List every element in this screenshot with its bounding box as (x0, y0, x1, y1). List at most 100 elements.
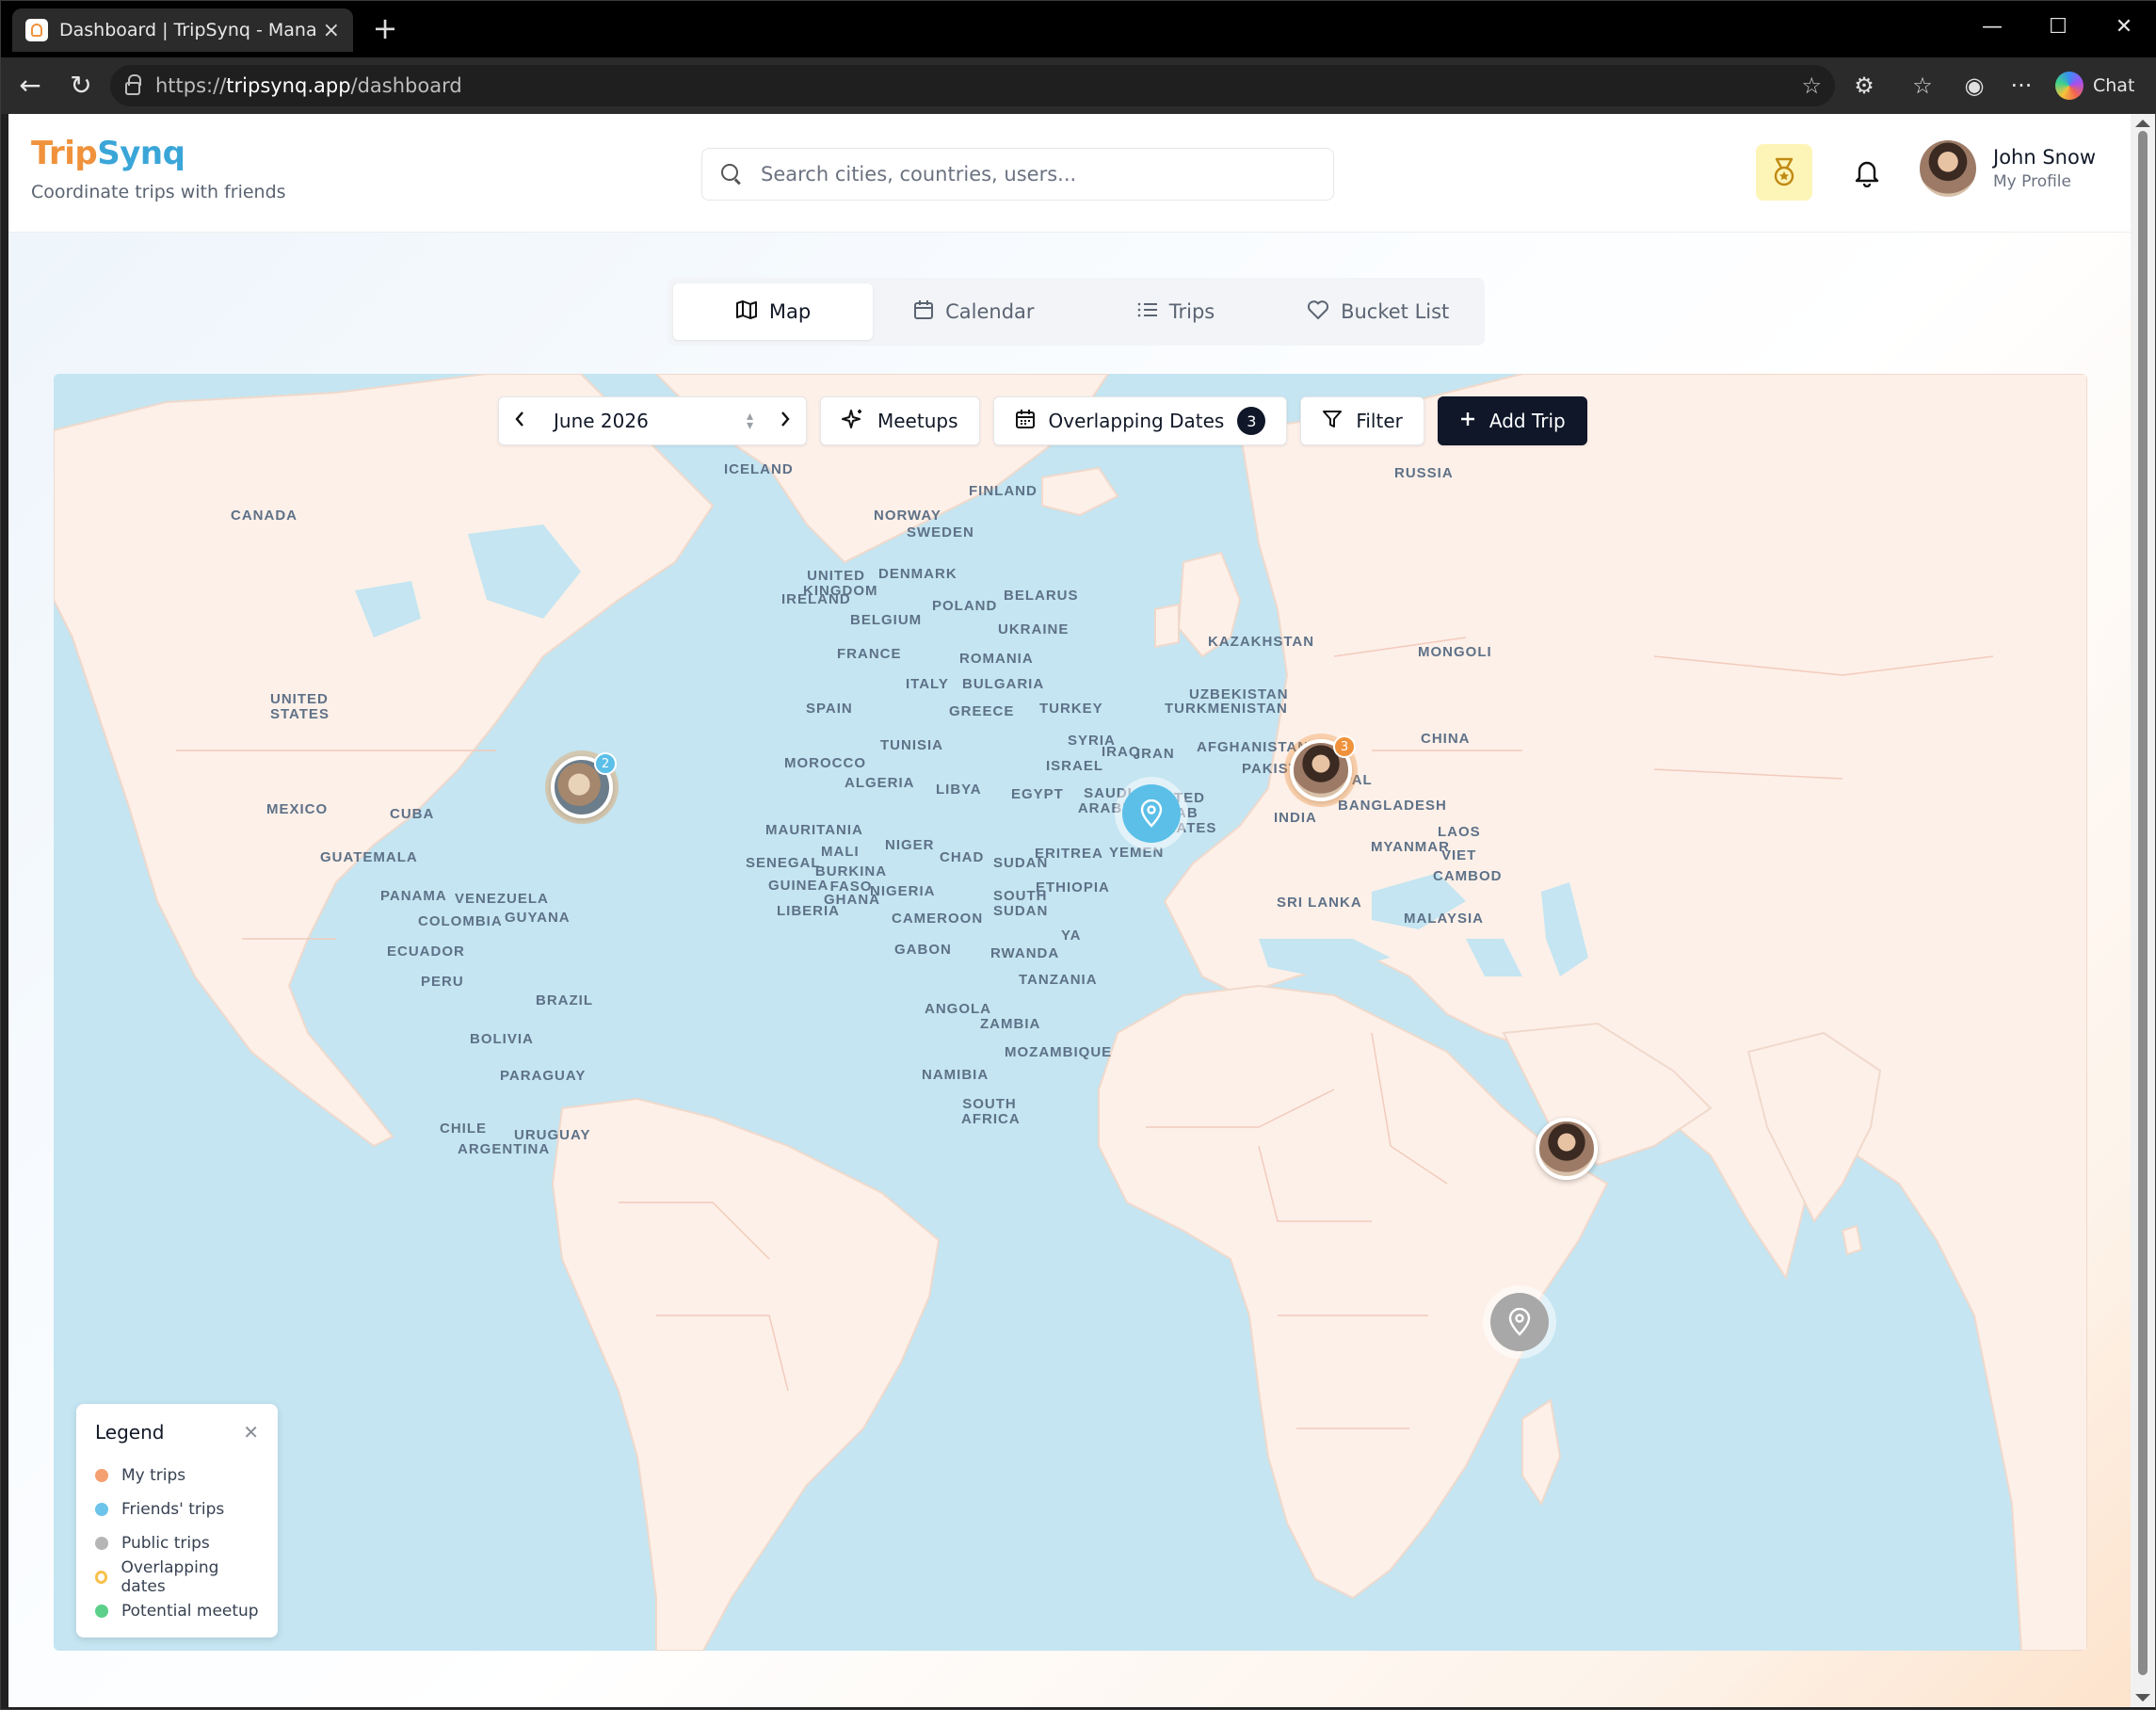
browser-tab[interactable]: Dashboard | TripSynq - Manage Yo × (12, 8, 353, 52)
browser-profile-icon[interactable]: ◉ (1955, 71, 1993, 101)
map-icon (735, 299, 758, 325)
page-scrollbar[interactable] (2131, 114, 2155, 1707)
user-profile[interactable]: John Snow My Profile (1920, 140, 2096, 197)
close-tab-icon[interactable]: × (323, 19, 340, 42)
country-label: MAURITANIA (765, 822, 863, 838)
browser-window: Dashboard | TripSynq - Manage Yo × + — ☐… (0, 0, 2156, 1710)
browser-address-bar: ← ↻ https://tripsynq.app/dashboard ☆ ⚙ ☆… (1, 57, 2156, 114)
trip-count-badge: 3 (1333, 735, 1356, 758)
legend-item: My trips (95, 1459, 259, 1492)
calendar-icon (913, 299, 934, 325)
calendar-icon (1015, 409, 1036, 434)
country-label: MALI (821, 844, 860, 860)
filter-button[interactable]: Filter (1300, 396, 1424, 445)
month-selector[interactable]: June 2026 ▴ ▾ (498, 396, 807, 445)
country-label: AFGHANISTAN (1197, 739, 1310, 755)
list-icon (1137, 300, 1158, 323)
country-label: TURKMENISTAN (1165, 701, 1288, 717)
friend-trip-north-america-marker[interactable]: 2 (551, 752, 617, 818)
friend-trip-iberia-marker[interactable] (1122, 784, 1181, 843)
copilot-icon (2055, 72, 2084, 100)
brand-logo: TripSynq (31, 135, 185, 172)
close-window-icon[interactable]: ✕ (2095, 8, 2153, 46)
maximize-icon[interactable]: ☐ (2029, 8, 2087, 46)
meetups-button[interactable]: Meetups (820, 396, 980, 445)
url-host: tripsynq.app (226, 74, 351, 97)
country-label: TURKEY (1039, 701, 1103, 717)
country-label: MONGOLI (1418, 644, 1492, 660)
month-label: June 2026 (554, 410, 649, 432)
copilot-chat-button[interactable]: Chat (2055, 69, 2134, 103)
country-label: KAZAKHSTAN (1208, 634, 1315, 650)
more-options-icon[interactable]: ··· (2004, 71, 2038, 101)
country-label: ITALY (906, 676, 949, 692)
overlapping-dates-button[interactable]: Overlapping Dates 3 (992, 396, 1288, 445)
favorite-star-icon[interactable]: ☆ (1801, 73, 1822, 99)
achievements-button[interactable] (1756, 144, 1812, 201)
country-label: UKRAINE (998, 621, 1070, 637)
country-label: SENEGAL (746, 855, 821, 871)
country-label: LIBERIA (777, 903, 840, 919)
tab-map[interactable]: Map (673, 283, 873, 340)
notifications-button[interactable] (1841, 146, 1893, 199)
country-label: MOROCCO (784, 755, 866, 771)
country-label: POLAND (932, 598, 998, 614)
chevron-left-icon[interactable] (514, 410, 525, 432)
country-label: CHILE (440, 1121, 487, 1137)
photo-trip-arabia-marker[interactable] (1536, 1118, 1598, 1180)
tab-trips[interactable]: Trips (1075, 283, 1278, 340)
tab-bucket-list[interactable]: Bucket List (1277, 283, 1479, 340)
country-label: ISRAEL (1046, 758, 1104, 774)
search-input[interactable] (761, 163, 1288, 186)
country-label: BOLIVIA (470, 1031, 534, 1047)
tripsynq-favicon-icon (25, 19, 48, 41)
country-label: GABON (894, 942, 952, 958)
scrollbar-thumb[interactable] (2138, 131, 2148, 1675)
country-label: BELGIUM (850, 612, 923, 628)
country-label: GUYANA (505, 910, 571, 926)
country-label: CHINA (1421, 731, 1471, 747)
scroll-up-icon[interactable] (2135, 120, 2150, 127)
country-label: ERITREA (1035, 846, 1103, 862)
reload-icon[interactable]: ↻ (63, 69, 99, 105)
country-label: INDIA (1274, 810, 1317, 826)
country-label: NIGERIA (870, 883, 936, 899)
country-label: YA (1061, 928, 1082, 944)
minimize-icon[interactable]: — (1963, 8, 2021, 46)
country-label: IRAN (1136, 746, 1175, 762)
browser-tab-bar: Dashboard | TripSynq - Manage Yo × + — ☐… (1, 1, 2156, 57)
tab-calendar[interactable]: Calendar (873, 283, 1075, 340)
back-icon[interactable]: ← (12, 69, 48, 105)
month-dropdown-icon[interactable]: ▴ ▾ (747, 410, 753, 432)
country-label: MEXICO (266, 801, 329, 817)
my-trip-central-europe-marker[interactable]: 3 (1290, 735, 1356, 801)
sparkles-icon (842, 408, 864, 435)
country-label: PANAMA (380, 888, 447, 904)
country-label: SWEDEN (907, 524, 974, 540)
public-trip-east-africa-marker[interactable] (1490, 1293, 1549, 1351)
country-label: CUBA (390, 806, 435, 822)
country-label: RWANDA (990, 945, 1060, 961)
country-label: ECUADOR (387, 944, 465, 960)
my-profile-link[interactable]: My Profile (1993, 172, 2096, 191)
chevron-right-icon[interactable] (780, 410, 791, 432)
scroll-down-icon[interactable] (2135, 1694, 2150, 1702)
brand-tagline: Coordinate trips with friends (31, 182, 286, 202)
add-trip-button[interactable]: Add Trip (1437, 396, 1587, 445)
country-label: NAMIBIA (922, 1067, 990, 1083)
country-label: CANADA (231, 508, 298, 524)
country-label: FINLAND (969, 483, 1038, 499)
country-label: COLOMBIA (418, 913, 503, 929)
new-tab-icon[interactable]: + (368, 12, 402, 46)
world-map[interactable]: CANADA UNITED STATES MEXICO CUBA GUATEMA… (54, 374, 2087, 1651)
close-legend-icon[interactable]: ✕ (243, 1421, 259, 1444)
url-field[interactable]: https://tripsynq.app/dashboard ☆ (110, 65, 1835, 106)
brand[interactable]: TripSynq Coordinate trips with friends (31, 135, 286, 202)
extensions-icon[interactable]: ⚙ (1848, 71, 1880, 101)
favorites-icon[interactable]: ☆ (1907, 71, 1939, 101)
country-label: SYRIA (1068, 733, 1116, 749)
country-label: NIGER (885, 837, 935, 853)
search-box[interactable] (701, 148, 1334, 201)
chat-label: Chat (2093, 75, 2135, 96)
heart-icon (1307, 299, 1329, 325)
